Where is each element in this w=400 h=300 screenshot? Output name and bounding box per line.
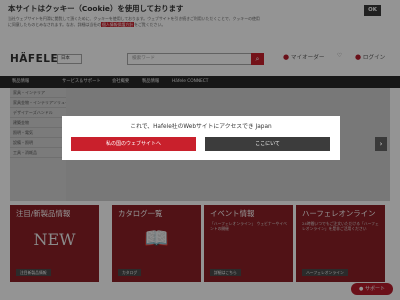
modal-title: これで、Hafele社のWebサイトにアクセスでき Japan	[130, 124, 272, 130]
chevron-right-icon: ›	[379, 140, 383, 148]
carousel-next-button[interactable]: ›	[375, 137, 387, 151]
country-modal: これで、Hafele社のWebサイトにアクセスでき Japan 私の国のウェブサ…	[62, 116, 340, 160]
go-country-site-button[interactable]: 私の国のウェブサイトへ	[71, 137, 196, 151]
stay-here-button[interactable]: ここにいて	[205, 137, 330, 151]
